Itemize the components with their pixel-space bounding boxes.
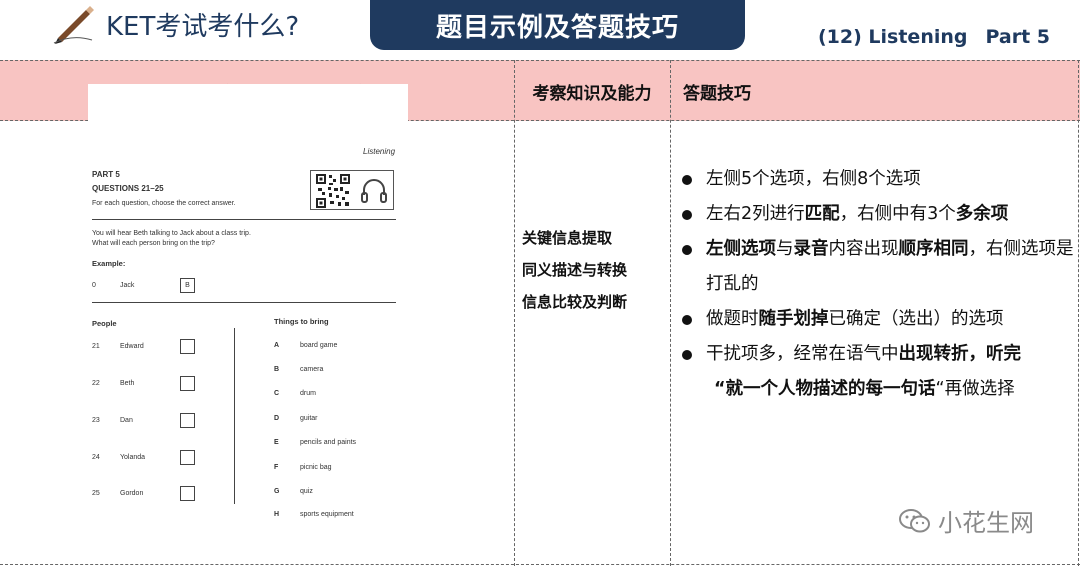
qr-headphones-box	[310, 170, 394, 210]
ability-item: 关键信息提取	[522, 229, 613, 247]
tip-emphasis: 随手划掉	[758, 309, 829, 329]
tip-emphasis: 多余项	[955, 204, 1009, 224]
bullet-icon	[682, 350, 692, 360]
people-header: People	[92, 319, 117, 328]
example-answer-box: B	[180, 278, 195, 293]
section-banner: 题目示例及答题技巧	[370, 0, 745, 50]
exam-questions: QUESTIONS 21–25	[92, 184, 164, 193]
exam-context: What will each person bring on the trip?	[92, 240, 215, 247]
part-name: Part 5	[985, 26, 1051, 48]
example-name: Jack	[120, 282, 135, 289]
example-number: 0	[92, 282, 96, 289]
bullet-icon	[682, 175, 692, 185]
divider	[92, 219, 396, 220]
exam-instruction: For each question, choose the correct an…	[92, 200, 236, 207]
tip-text: 左右2列进行	[706, 204, 805, 224]
tips-list: 左侧5个选项，右侧8个选项 左右2列进行匹配，右侧中有3个多余项 左侧选项与录音…	[682, 162, 1076, 407]
exam-corner-label: Listening	[363, 147, 396, 156]
person-name: Dan	[120, 417, 133, 424]
answer-box	[180, 450, 195, 465]
tip-text: 已确定（选出）的选项	[828, 309, 1004, 329]
person-name: Edward	[120, 343, 144, 350]
page-title: KET考试考什么?	[106, 12, 300, 42]
tip-text: 内容出现	[828, 239, 899, 259]
tip-text: 与	[776, 239, 794, 259]
tip-emphasis: 录音	[793, 239, 829, 259]
tip-emphasis: 顺序相同	[898, 239, 969, 259]
headphones-icon	[361, 179, 387, 203]
answer-box	[180, 339, 195, 354]
person-number: 25	[92, 490, 100, 497]
wechat-icon	[899, 508, 930, 532]
things-header: Things to bring	[274, 317, 329, 326]
section-label: (12) Listening Part 5	[818, 26, 1050, 48]
tip-item: 左侧选项与录音内容出现顺序相同，右侧选项是打乱的	[682, 232, 1076, 302]
tip-item: 左右2列进行匹配，右侧中有3个多余项	[682, 197, 1076, 232]
bullet-icon	[682, 245, 692, 255]
table-bottom-border	[0, 564, 1080, 565]
answer-box	[180, 413, 195, 428]
abilities-list: 关键信息提取 同义描述与转换 信息比较及判断	[522, 222, 627, 318]
person-name: Beth	[120, 380, 135, 387]
column-divider	[514, 60, 515, 566]
watermark: 小花生网	[898, 503, 1034, 538]
tip-emphasis: 匹配	[804, 204, 840, 224]
person-name: Yolanda	[120, 454, 146, 461]
pen-icon	[53, 6, 94, 44]
exam-part: PART 5	[92, 170, 120, 179]
exam-sample-image: Listening PART 5 QUESTIONS 21–25 For eac…	[88, 84, 408, 504]
tip-emphasis: 出现转折，听完	[898, 344, 1022, 364]
tip-item: 做题时随手划掉已确定（选出）的选项	[682, 302, 1076, 337]
tip-item: 干扰项多，经常在语气中出现转折，听完	[682, 337, 1076, 372]
tip-text: “再做选择	[935, 379, 1015, 399]
person-number: 23	[92, 417, 100, 424]
person-number: 24	[92, 454, 100, 461]
answer-box	[180, 376, 195, 391]
bullet-icon	[682, 315, 692, 325]
qr-code-icon	[315, 173, 351, 209]
header-abilities: 考察知识及能力	[532, 83, 652, 104]
example-label: Example:	[92, 259, 126, 268]
column-separator	[234, 328, 235, 504]
column-divider	[1078, 60, 1079, 566]
person-number: 22	[92, 380, 100, 387]
bullet-icon	[682, 210, 692, 220]
tip-continuation: “就一个人物描述的每一句话“再做选择	[682, 372, 1076, 407]
person-name: Gordon	[120, 490, 144, 497]
ability-item: 同义描述与转换	[522, 261, 628, 279]
divider	[92, 302, 396, 303]
tip-emphasis: 左侧选项	[706, 239, 776, 259]
tip-text: ，右侧中有3个	[839, 204, 956, 224]
tip-item: 左侧5个选项，右侧8个选项	[682, 162, 1076, 197]
tip-text: 做题时	[706, 309, 759, 329]
ability-item: 信息比较及判断	[522, 293, 628, 311]
exam-context: You will hear Beth talking to Jack about…	[92, 230, 251, 237]
tip-text: 干扰项多，经常在语气中	[706, 344, 899, 364]
watermark-text: 小花生网	[938, 509, 1034, 537]
person-number: 21	[92, 343, 100, 350]
tip-emphasis: “就一个人物描述的每一句话	[714, 379, 936, 399]
header-tips: 答题技巧	[683, 83, 751, 104]
section-name: (12) Listening	[818, 26, 968, 48]
tip-text: 左侧5个选项，右侧8个选项	[706, 169, 921, 189]
column-divider	[670, 60, 671, 566]
answer-box	[180, 486, 195, 501]
